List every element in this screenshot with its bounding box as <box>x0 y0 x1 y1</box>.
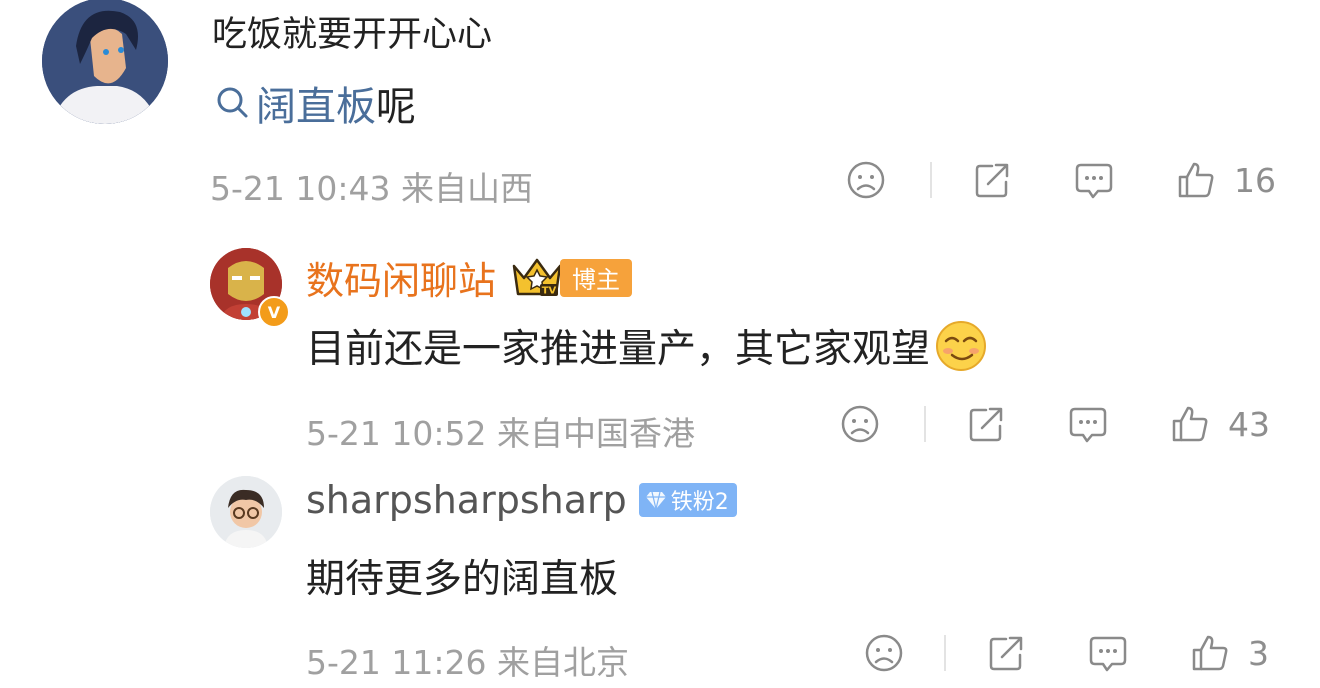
search-topic-link[interactable]: 阔直板 呢 <box>214 74 416 132</box>
dislike-icon[interactable] <box>840 404 880 444</box>
avatar[interactable] <box>42 0 168 124</box>
smirk-emoji-icon <box>934 319 988 373</box>
share-icon[interactable] <box>986 633 1026 673</box>
comment-icon[interactable] <box>1068 404 1108 444</box>
comment-icon[interactable] <box>1088 633 1128 673</box>
reply-text: 期待更多的阔直板 <box>306 557 619 602</box>
like-button[interactable]: 43 <box>1170 404 1270 444</box>
username[interactable]: sharpsharpsharp <box>306 478 627 522</box>
search-topic-label[interactable]: 阔直板 <box>256 74 376 132</box>
comment-text-suffix: 呢 <box>376 84 416 130</box>
thumbs-up-icon <box>1190 633 1230 673</box>
reply-actions: 3 <box>864 633 1269 673</box>
reply-actions: 43 <box>840 404 1270 444</box>
like-count: 3 <box>1248 633 1269 673</box>
comment-meta: 5-21 10:43 来自山西 <box>210 169 533 208</box>
comment-icon[interactable] <box>1074 160 1114 200</box>
comment-actions: 16 <box>846 160 1276 200</box>
thumbs-up-icon <box>1176 160 1216 200</box>
reply-user-row: sharpsharpsharp 铁粉2 <box>306 478 737 522</box>
username[interactable]: 数码闲聊站 <box>306 250 496 305</box>
avatar[interactable] <box>210 476 282 548</box>
like-button[interactable]: 16 <box>1176 160 1276 200</box>
search-icon <box>214 85 250 121</box>
dislike-icon[interactable] <box>864 633 904 673</box>
fan-badge: 铁粉2 <box>638 483 737 517</box>
share-icon[interactable] <box>972 160 1012 200</box>
comment-text: 吃饭就要开开心心 <box>212 15 493 55</box>
reply-meta: 5-21 10:52 来自中国香港 <box>306 414 695 453</box>
like-count: 16 <box>1234 160 1276 200</box>
thumbs-up-icon <box>1170 404 1210 444</box>
verified-badge-icon: V <box>258 296 290 328</box>
like-count: 43 <box>1228 404 1270 444</box>
divider <box>930 162 932 198</box>
divider <box>924 406 926 442</box>
like-button[interactable]: 3 <box>1190 633 1269 673</box>
divider <box>944 635 946 671</box>
reply-user-row: 数码闲聊站 TV 博主 <box>306 250 633 305</box>
fan-badge-label: 铁粉2 <box>670 490 729 515</box>
reply-text-row: 目前还是一家推进量产，其它家观望 <box>306 318 988 374</box>
dislike-icon[interactable] <box>846 160 886 200</box>
blogger-badge: 博主 <box>560 258 633 297</box>
share-icon[interactable] <box>966 404 1006 444</box>
reply-text: 目前还是一家推进量产，其它家观望 <box>306 327 931 372</box>
crown-tv-icon: TV <box>510 256 564 300</box>
diamond-icon <box>645 489 667 511</box>
svg-text:TV: TV <box>542 285 557 296</box>
reply-meta: 5-21 11:26 来自北京 <box>306 643 629 682</box>
